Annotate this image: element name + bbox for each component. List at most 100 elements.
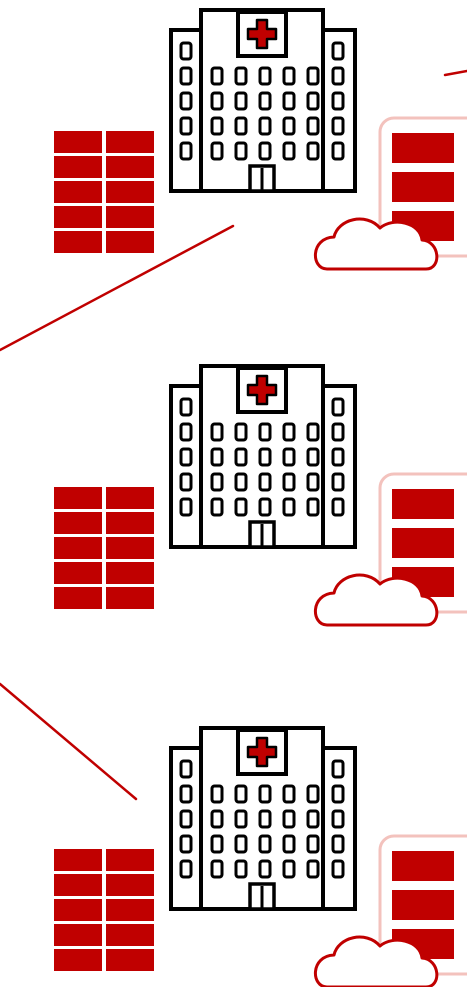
connector-line [443, 69, 467, 77]
window [234, 472, 248, 492]
brick [106, 949, 154, 971]
window [210, 422, 224, 442]
window [258, 141, 272, 161]
window [331, 91, 345, 111]
window [331, 397, 345, 417]
server-unit [392, 172, 454, 202]
window [331, 834, 345, 854]
brick [106, 512, 154, 534]
window [282, 116, 296, 136]
window [306, 809, 320, 829]
window [258, 116, 272, 136]
hospital-group [54, 364, 467, 627]
window [210, 141, 224, 161]
hospital-group [54, 8, 467, 271]
window [234, 784, 248, 804]
connector-line [0, 682, 138, 801]
brick [106, 924, 154, 946]
window [258, 447, 272, 467]
window [210, 66, 224, 86]
window [179, 447, 193, 467]
firewall-brick-icon [54, 487, 154, 609]
window [282, 809, 296, 829]
window [306, 91, 320, 111]
brick [54, 849, 102, 871]
window [306, 116, 320, 136]
window [282, 497, 296, 517]
window [210, 472, 224, 492]
window [179, 141, 193, 161]
window [210, 497, 224, 517]
brick [54, 231, 102, 253]
window [331, 141, 345, 161]
brick [106, 537, 154, 559]
window [234, 141, 248, 161]
network-diagram [0, 8, 467, 987]
brick [54, 949, 102, 971]
server-unit [392, 528, 454, 558]
brick [106, 156, 154, 178]
brick [106, 231, 154, 253]
window [179, 91, 193, 111]
brick [106, 131, 154, 153]
window [282, 834, 296, 854]
hospital-group [54, 726, 467, 987]
window [210, 784, 224, 804]
brick [106, 849, 154, 871]
window [179, 759, 193, 779]
hospital-building-icon [169, 364, 357, 549]
window [179, 834, 193, 854]
window [282, 141, 296, 161]
window [282, 422, 296, 442]
window [282, 784, 296, 804]
brick [54, 899, 102, 921]
firewall-brick-icon [54, 849, 154, 971]
window [234, 859, 248, 879]
window [234, 66, 248, 86]
window [331, 41, 345, 61]
window [331, 497, 345, 517]
window [258, 834, 272, 854]
window [306, 497, 320, 517]
brick [54, 131, 102, 153]
window [258, 784, 272, 804]
brick [106, 874, 154, 896]
brick [54, 562, 102, 584]
window [210, 91, 224, 111]
brick [106, 562, 154, 584]
window [179, 66, 193, 86]
window [331, 116, 345, 136]
brick [54, 156, 102, 178]
server-unit [392, 489, 454, 519]
hospital-building-icon [169, 726, 357, 911]
window [179, 116, 193, 136]
window [210, 809, 224, 829]
window [258, 859, 272, 879]
window [258, 66, 272, 86]
brick [54, 181, 102, 203]
brick [54, 587, 102, 609]
server-unit [392, 851, 454, 881]
window [210, 859, 224, 879]
window [258, 422, 272, 442]
window [282, 472, 296, 492]
window [234, 116, 248, 136]
window [306, 66, 320, 86]
window [179, 472, 193, 492]
window [331, 422, 345, 442]
window [258, 809, 272, 829]
window [306, 472, 320, 492]
server-unit [392, 890, 454, 920]
brick [106, 181, 154, 203]
window [282, 91, 296, 111]
window [282, 859, 296, 879]
window [331, 784, 345, 804]
window [179, 397, 193, 417]
window [179, 809, 193, 829]
window [331, 472, 345, 492]
window [306, 834, 320, 854]
window [179, 859, 193, 879]
window [179, 41, 193, 61]
window [306, 447, 320, 467]
hospital-building-icon [169, 8, 357, 193]
